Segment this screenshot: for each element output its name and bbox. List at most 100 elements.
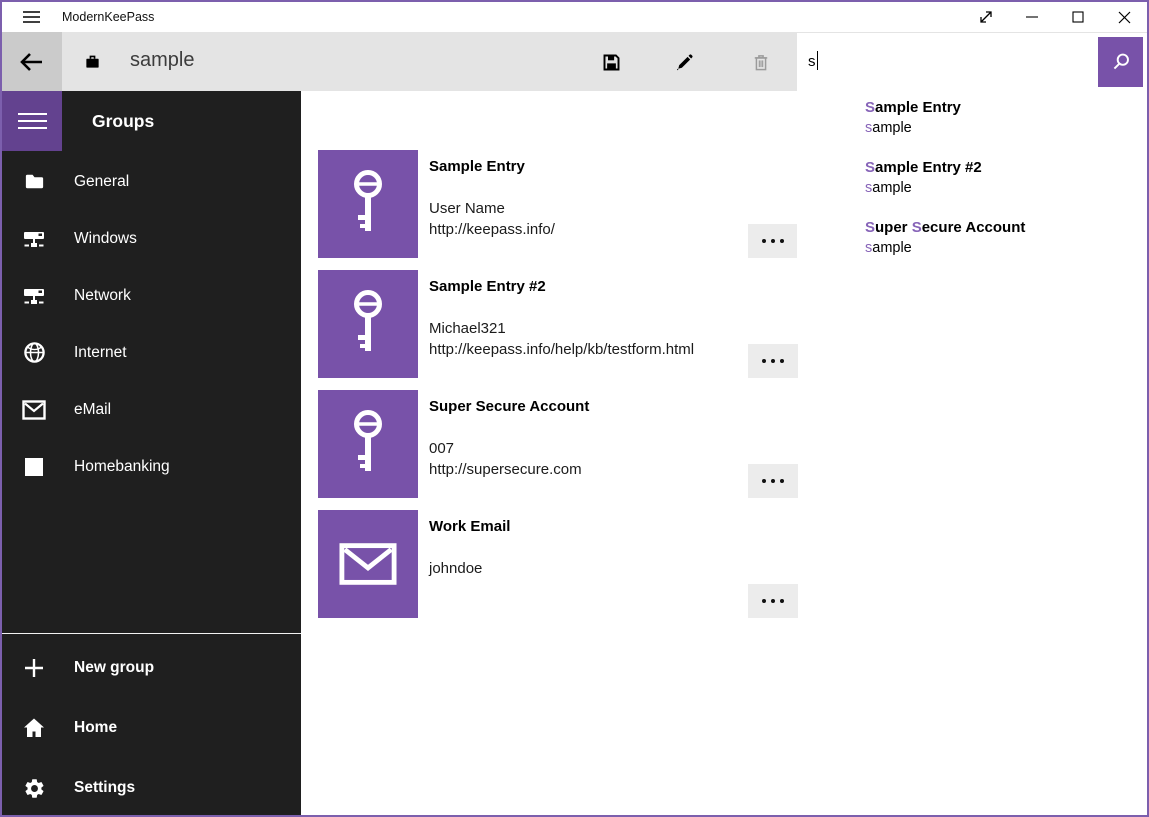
minimize-button[interactable] [1009, 2, 1055, 32]
sidebar-action-label: New group [74, 659, 154, 677]
suggestion-item[interactable]: Sample Entry sample [865, 98, 1147, 158]
database-title: sample [130, 32, 194, 91]
pencil-icon [674, 52, 695, 73]
entry-tile[interactable] [318, 150, 418, 258]
hamburger-icon [23, 10, 40, 24]
more-button[interactable] [748, 224, 798, 258]
plus-icon [22, 656, 46, 680]
sidebar-item-label: eMail [74, 401, 111, 419]
more-button[interactable] [748, 584, 798, 618]
groups-heading: Groups [92, 91, 154, 151]
search-icon [1110, 51, 1132, 73]
home-button[interactable]: Home [2, 698, 301, 758]
key-icon [346, 289, 390, 359]
sidebar-item-email[interactable]: eMail [2, 381, 301, 438]
entry-username: User Name [429, 198, 505, 219]
trash-icon [751, 52, 771, 73]
fullscreen-icon [978, 9, 994, 25]
entry-title: Work Email [429, 518, 510, 535]
sidebar-item-label: Network [74, 287, 131, 305]
entry-tile[interactable] [318, 270, 418, 378]
sidebar-action-label: Home [74, 719, 117, 737]
network-icon [22, 284, 46, 308]
sidebar-item-label: Windows [74, 230, 137, 248]
entry-url: http://keepass.info/ [429, 219, 555, 240]
titlebar-hamburger-button[interactable] [14, 2, 48, 32]
titlebar: ModernKeePass [2, 2, 1147, 32]
close-button[interactable] [1101, 2, 1147, 32]
more-button[interactable] [748, 464, 798, 498]
app-window: ModernKeePass [0, 0, 1149, 817]
entry-username: johndoe [429, 558, 482, 579]
search-suggestions: Sample Entry sample Sample Entry #2 samp… [797, 91, 1147, 288]
entry-row[interactable]: Sample Entry #2 Michael321 http://keepas… [301, 270, 821, 378]
sidebar-actions: New group Home Settings [2, 638, 301, 815]
nav-hamburger-button[interactable] [2, 91, 62, 151]
window-title: ModernKeePass [62, 2, 154, 32]
suggestion-title: Sample Entry [865, 98, 1147, 118]
sidebar-separator [2, 633, 301, 634]
sidebar-item-label: Internet [74, 344, 127, 362]
appbar: sample [2, 32, 1147, 91]
network-icon [22, 227, 46, 251]
more-icon [762, 479, 766, 483]
entry-row[interactable]: Work Email johndoe [301, 510, 821, 618]
maximize-button[interactable] [1055, 2, 1101, 32]
close-icon [1118, 11, 1131, 24]
suggestion-title: Super Secure Account [865, 218, 1147, 238]
gear-icon [22, 776, 46, 800]
settings-button[interactable]: Settings [2, 758, 301, 815]
fullscreen-button[interactable] [963, 2, 1009, 32]
more-icon [762, 239, 766, 243]
entry-row[interactable]: Super Secure Account 007 http://supersec… [301, 390, 821, 498]
sidebar-item-internet[interactable]: Internet [2, 324, 301, 381]
entry-tile[interactable] [318, 510, 418, 618]
suggestion-item[interactable]: Super Secure Account sample [865, 218, 1147, 278]
group-list: General Windows [2, 153, 301, 495]
key-icon [346, 169, 390, 239]
entry-username: 007 [429, 438, 454, 459]
home-icon [22, 716, 46, 740]
suggestion-item[interactable]: Sample Entry #2 sample [865, 158, 1147, 218]
entry-row[interactable]: Sample Entry User Name http://keepass.in… [301, 150, 821, 258]
suggestion-subtitle: sample [865, 178, 1147, 198]
sidebar-item-homebanking[interactable]: Homebanking [2, 438, 301, 495]
entry-url: http://supersecure.com [429, 459, 582, 480]
sidebar-item-label: Homebanking [74, 458, 170, 476]
more-icon [762, 599, 766, 603]
entry-url: http://keepass.info/help/kb/testform.htm… [429, 339, 694, 360]
entry-title: Super Secure Account [429, 398, 589, 415]
sidebar-item-windows[interactable]: Windows [2, 210, 301, 267]
edit-button[interactable] [660, 38, 708, 86]
key-icon [346, 409, 390, 479]
sidebar: Groups General [2, 91, 301, 815]
back-arrow-icon [19, 50, 45, 74]
entry-title: Sample Entry [429, 158, 525, 175]
entry-tile[interactable] [318, 390, 418, 498]
search-button[interactable] [1098, 37, 1143, 87]
delete-button[interactable] [737, 38, 785, 86]
more-button[interactable] [748, 344, 798, 378]
save-icon [601, 52, 622, 73]
mail-icon [339, 542, 397, 586]
entry-username: Michael321 [429, 318, 506, 339]
suggestion-subtitle: sample [865, 118, 1147, 138]
folder-icon [22, 170, 46, 194]
search-value: s [808, 33, 818, 91]
search-input[interactable]: s [797, 33, 1147, 91]
sidebar-item-network[interactable]: Network [2, 267, 301, 324]
minimize-icon [1026, 11, 1038, 23]
hamburger-icon [18, 112, 47, 130]
back-button[interactable] [2, 32, 62, 91]
save-button[interactable] [587, 38, 635, 86]
mail-icon [22, 398, 46, 422]
square-icon [22, 455, 46, 479]
sidebar-item-general[interactable]: General [2, 153, 301, 210]
entry-title: Sample Entry #2 [429, 278, 546, 295]
text-caret [817, 51, 818, 70]
maximize-icon [1072, 11, 1084, 23]
sidebar-item-label: General [74, 173, 129, 191]
window-controls [963, 2, 1147, 32]
database-icon [80, 32, 104, 91]
new-group-button[interactable]: New group [2, 638, 301, 698]
